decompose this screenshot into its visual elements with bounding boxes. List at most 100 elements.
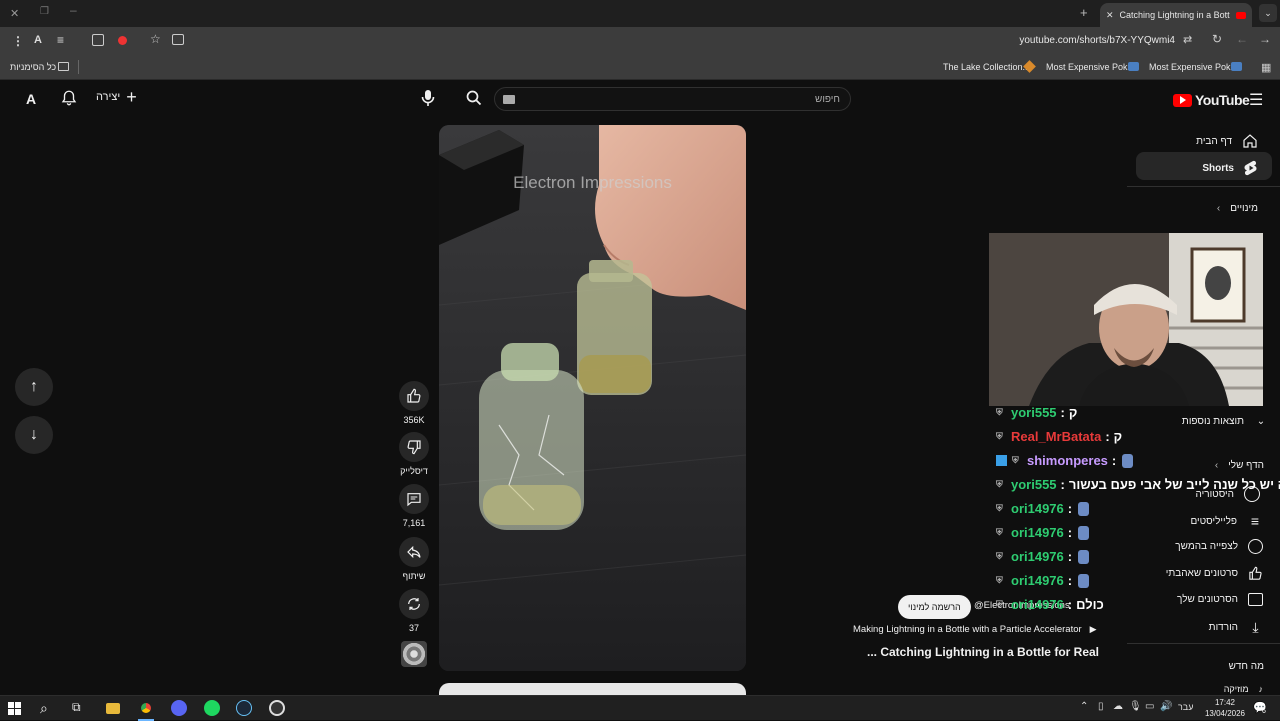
all-bookmarks-label[interactable]: כל הסימניות (10, 62, 56, 72)
file-explorer-icon[interactable] (106, 703, 120, 714)
nav-you[interactable]: ‹ הדף שלי (1215, 460, 1264, 471)
voice-search-icon[interactable] (417, 89, 439, 111)
sound-thumbnail[interactable] (401, 641, 427, 667)
play-triangle-icon: ▶ (1089, 624, 1097, 634)
subscribe-button[interactable]: הרשמה למינוי (898, 595, 971, 619)
apps-grid-icon[interactable]: ▦ (1261, 61, 1271, 74)
prime-badge-icon (996, 455, 1007, 466)
bookmark-item[interactable]: Most Expensive Pok... (1149, 62, 1238, 72)
chat-separator: : (1060, 477, 1065, 492)
share-button[interactable]: שיתוף (394, 537, 434, 581)
address-bar[interactable]: youtube.com/shorts/b7X-YYQwmi4 (980, 35, 1175, 46)
tab-title: Catching Lightning in a Bottle f (1119, 10, 1230, 20)
nav-your-videos[interactable]: הסרטונים שלך (1177, 593, 1263, 606)
minimize-window-icon[interactable]: – (70, 3, 77, 17)
obs-icon[interactable] (269, 700, 285, 716)
keyboard-icon[interactable] (503, 95, 515, 104)
chat-username: Real_MrBatata (1011, 429, 1102, 444)
account-avatar[interactable]: A (22, 89, 40, 109)
chat-badge-icon: ⛨ (996, 407, 1003, 417)
forward-icon[interactable]: ← (1236, 32, 1248, 46)
nav-liked[interactable]: סרטונים שאהבתי (1166, 566, 1263, 581)
like-count: 356K (403, 415, 425, 425)
clock[interactable]: 17:42 13/04/2026 (1200, 697, 1250, 719)
spotify-icon[interactable] (204, 700, 220, 716)
discord-icon[interactable] (171, 700, 187, 716)
steam-icon[interactable] (236, 700, 252, 716)
nav-music-label: מוזיקה (1223, 684, 1249, 694)
like-button[interactable]: 356K (394, 381, 434, 425)
youtube-logo[interactable]: YouTube (1173, 92, 1250, 108)
chat-username: yori555 (1011, 405, 1057, 420)
nav-watch-later[interactable]: לצפייה בהמשך (1175, 539, 1263, 554)
search-input[interactable]: חיפוש (494, 87, 851, 111)
tray-display-icon[interactable]: ▭ (1145, 701, 1154, 712)
nav-downloads[interactable]: הורדות ⤓ (1209, 619, 1263, 636)
nav-shorts[interactable]: Shorts (1202, 160, 1258, 176)
bookmark-item[interactable]: Most Expensive Pok... (1046, 62, 1135, 72)
search-icon[interactable]: ⌕ (40, 700, 58, 718)
share-icon (399, 537, 429, 567)
record-extension-icon[interactable] (118, 36, 127, 45)
remix-button[interactable]: 37 (394, 589, 434, 633)
close-tab-icon[interactable]: ✕ (1106, 10, 1114, 21)
restore-window-icon[interactable]: ❐ (40, 6, 49, 17)
chat-badge-icon: ⛨ (996, 503, 1003, 513)
nav-home[interactable]: דף הבית (1196, 133, 1258, 149)
download-icon: ⤓ (1252, 619, 1259, 635)
notifications-bell-icon[interactable] (60, 89, 78, 107)
arrow-up-icon: ↑ (30, 378, 38, 395)
extensions-icon[interactable] (92, 34, 104, 46)
nav-more-results[interactable]: תוצאות נוספות ⌄ (1182, 416, 1268, 427)
input-language[interactable]: עבר (1178, 702, 1193, 712)
back-icon[interactable]: → (1259, 32, 1271, 46)
chat-text: ק (1113, 429, 1123, 444)
volume-icon[interactable]: 🔊 (1160, 701, 1172, 712)
short-video-player[interactable]: Electron Impressions (439, 125, 746, 671)
chat-badge-icon: ⛨ (996, 575, 1003, 585)
chat-message: ⛨ ori14976 : (996, 549, 1090, 564)
tray-mic-icon[interactable]: 🎙 (1129, 701, 1142, 712)
tray-overflow-icon[interactable]: ⌃ (1080, 701, 1088, 712)
chrome-icon[interactable] (138, 700, 154, 716)
next-short-button[interactable]: ↓ (15, 416, 53, 454)
profile-icon[interactable]: A (34, 34, 42, 46)
task-view-icon[interactable]: ⧉ (72, 700, 90, 718)
reload-icon[interactable]: ↻ (1212, 32, 1222, 46)
active-tab[interactable]: ✕ Catching Lightning in a Bottle f (1100, 3, 1252, 27)
nav-music[interactable]: מוזיקה ♪ (1224, 684, 1263, 694)
previous-short-button[interactable]: ↑ (15, 368, 53, 406)
nav-playlists[interactable]: פלייליסטים ≡ (1190, 513, 1263, 529)
reading-list-icon[interactable]: ≡ (57, 33, 64, 47)
chat-message: ⛨ ori14976 : (996, 501, 1090, 516)
nav-subscriptions[interactable]: ‹ מינויים (1217, 203, 1258, 214)
nav-divider (1127, 643, 1280, 644)
search-button[interactable] (452, 87, 494, 111)
dislike-button[interactable]: דיסלייק (394, 432, 434, 476)
arrow-down-icon: ↓ (30, 426, 38, 443)
hamburger-menu-icon[interactable]: ☰ (1249, 90, 1263, 110)
chat-separator: : (1111, 453, 1117, 468)
close-window-icon[interactable]: ✕ (10, 7, 19, 20)
nav-liked-label: סרטונים שאהבתי (1165, 568, 1238, 579)
windows-start-icon[interactable] (8, 702, 21, 715)
tray-cloud-icon[interactable]: ☁ (1113, 701, 1123, 712)
tab-search-icon[interactable]: ⌄ (1259, 4, 1277, 22)
music-link[interactable]: Making Lightning in a Bottle with a Part… (853, 624, 1097, 635)
chat-text: כולם (1076, 597, 1104, 612)
comments-button[interactable]: 7,161 (394, 484, 434, 528)
chat-emote-icon (1078, 549, 1090, 564)
new-tab-icon[interactable]: + (1080, 5, 1088, 20)
create-button[interactable]: יצירה + (96, 88, 137, 106)
music-note-icon: ♪ (1258, 684, 1264, 694)
install-app-icon[interactable] (172, 34, 184, 45)
youtube-play-logo-icon (1173, 93, 1192, 107)
bookmark-star-icon[interactable]: ☆ (150, 32, 161, 46)
tab-strip: ✕ ❐ – + ✕ Catching Lightning in a Bottle… (0, 0, 1280, 27)
menu-icon[interactable]: ⋮ (12, 34, 24, 48)
site-settings-icon[interactable]: ⇄ (1183, 33, 1192, 46)
tray-app-icon[interactable]: ▯ (1098, 701, 1104, 712)
bookmark-item[interactable]: The Lake Collection... (943, 62, 1030, 72)
chat-message: ⛨ ori14976 : כולם (996, 597, 1104, 612)
nav-divider (1127, 186, 1280, 187)
